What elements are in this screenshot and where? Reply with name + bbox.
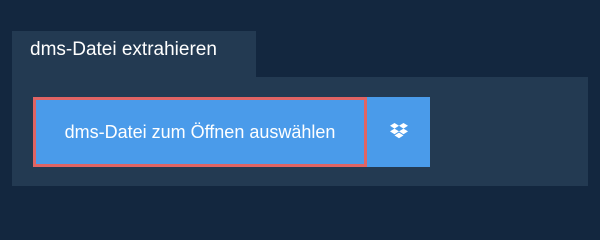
- select-file-label: dms-Datei zum Öffnen auswählen: [64, 121, 336, 142]
- dropbox-icon: [389, 123, 408, 139]
- tab-extract-dms[interactable]: dms-Datei extrahieren: [12, 31, 256, 77]
- dropbox-button[interactable]: [367, 97, 430, 167]
- file-select-controls: dms-Datei zum Öffnen auswählen: [33, 97, 430, 167]
- select-file-button[interactable]: dms-Datei zum Öffnen auswählen: [33, 97, 367, 167]
- tab-label: dms-Datei extrahieren: [30, 39, 217, 60]
